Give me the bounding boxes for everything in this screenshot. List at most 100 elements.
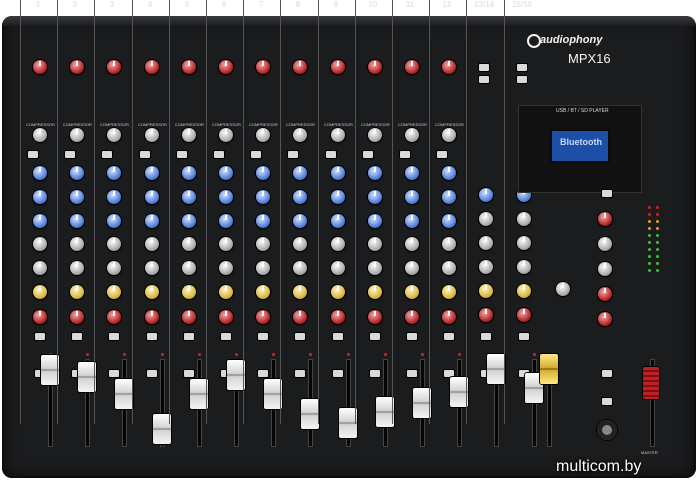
stereo-knob[interactable] <box>517 236 531 250</box>
hpf-button[interactable] <box>65 151 75 158</box>
eq-knob[interactable] <box>107 214 121 228</box>
aux-knob[interactable] <box>256 285 270 299</box>
aux-knob[interactable] <box>107 237 121 251</box>
aux-knob[interactable] <box>442 261 456 275</box>
pan-knob[interactable] <box>182 310 196 324</box>
compressor-knob[interactable] <box>219 128 233 142</box>
pan-knob[interactable] <box>219 310 233 324</box>
eq-knob[interactable] <box>331 214 345 228</box>
eq-knob[interactable] <box>70 166 84 180</box>
master-fader[interactable] <box>643 367 659 399</box>
eq-knob[interactable] <box>182 190 196 204</box>
eq-knob[interactable] <box>219 166 233 180</box>
gain-knob[interactable] <box>182 60 196 74</box>
eq-knob[interactable] <box>182 214 196 228</box>
compressor-knob[interactable] <box>256 128 270 142</box>
eq-knob[interactable] <box>368 166 382 180</box>
eq-knob[interactable] <box>256 190 270 204</box>
mute-button[interactable] <box>370 333 380 340</box>
gain-knob[interactable] <box>33 60 47 74</box>
hpf-button[interactable] <box>288 151 298 158</box>
hpf-button[interactable] <box>28 151 38 158</box>
eq-knob[interactable] <box>33 214 47 228</box>
mute-button[interactable] <box>295 333 305 340</box>
mute-button[interactable] <box>407 333 417 340</box>
eq-knob[interactable] <box>145 190 159 204</box>
solo-button[interactable] <box>333 370 343 377</box>
gain-knob[interactable] <box>256 60 270 74</box>
solo-button[interactable] <box>370 370 380 377</box>
aux-knob[interactable] <box>70 261 84 275</box>
input-select-button[interactable] <box>517 64 527 71</box>
hpf-button[interactable] <box>437 151 447 158</box>
eq-knob[interactable] <box>145 214 159 228</box>
mute-button[interactable] <box>72 333 82 340</box>
mute-button[interactable] <box>109 333 119 340</box>
compressor-knob[interactable] <box>33 128 47 142</box>
main-mix-button[interactable] <box>602 398 612 405</box>
master-knob[interactable] <box>598 287 612 301</box>
stereo-knob[interactable] <box>479 308 493 322</box>
eq-knob[interactable] <box>293 214 307 228</box>
eq-knob[interactable] <box>219 214 233 228</box>
eq-knob[interactable] <box>405 190 419 204</box>
pan-knob[interactable] <box>107 310 121 324</box>
record-button[interactable] <box>602 370 612 377</box>
gain-knob[interactable] <box>107 60 121 74</box>
headphone-jack[interactable] <box>597 420 617 440</box>
gain-knob[interactable] <box>368 60 382 74</box>
pan-knob[interactable] <box>256 310 270 324</box>
master-knob[interactable] <box>598 262 612 276</box>
aux-knob[interactable] <box>331 285 345 299</box>
channel-fader[interactable] <box>301 399 319 429</box>
eq-knob[interactable] <box>33 190 47 204</box>
compressor-knob[interactable] <box>331 128 345 142</box>
master-knob[interactable] <box>598 212 612 226</box>
hpf-button[interactable] <box>140 151 150 158</box>
compressor-knob[interactable] <box>107 128 121 142</box>
eq-knob[interactable] <box>293 190 307 204</box>
solo-button[interactable] <box>407 370 417 377</box>
eq-knob[interactable] <box>219 190 233 204</box>
eq-knob[interactable] <box>442 214 456 228</box>
eq-knob[interactable] <box>331 190 345 204</box>
aux-knob[interactable] <box>219 237 233 251</box>
aux-knob[interactable] <box>33 261 47 275</box>
mute-button[interactable] <box>444 333 454 340</box>
aux-knob[interactable] <box>33 285 47 299</box>
eq-knob[interactable] <box>256 166 270 180</box>
eq-knob[interactable] <box>442 166 456 180</box>
eq-knob[interactable] <box>145 166 159 180</box>
gain-knob[interactable] <box>219 60 233 74</box>
eq-knob[interactable] <box>256 214 270 228</box>
eq-knob[interactable] <box>70 214 84 228</box>
aux-knob[interactable] <box>145 285 159 299</box>
input-select-button[interactable] <box>517 76 527 83</box>
eq-knob[interactable] <box>368 190 382 204</box>
mute-button[interactable] <box>35 333 45 340</box>
effect-select-knob[interactable] <box>556 282 570 296</box>
aux-knob[interactable] <box>442 237 456 251</box>
hpf-button[interactable] <box>326 151 336 158</box>
aux-knob[interactable] <box>368 237 382 251</box>
solo-button[interactable] <box>184 370 194 377</box>
mute-button[interactable] <box>184 333 194 340</box>
aux-knob[interactable] <box>405 285 419 299</box>
stereo-knob[interactable] <box>479 212 493 226</box>
aux-knob[interactable] <box>182 261 196 275</box>
hpf-button[interactable] <box>214 151 224 158</box>
eq-knob[interactable] <box>368 214 382 228</box>
aux-knob[interactable] <box>331 261 345 275</box>
hpf-button[interactable] <box>400 151 410 158</box>
input-select-button[interactable] <box>479 76 489 83</box>
master-knob[interactable] <box>598 312 612 326</box>
eq-knob[interactable] <box>33 166 47 180</box>
compressor-knob[interactable] <box>70 128 84 142</box>
aux-knob[interactable] <box>33 237 47 251</box>
aux-knob[interactable] <box>368 261 382 275</box>
aux-knob[interactable] <box>70 285 84 299</box>
aux-knob[interactable] <box>256 261 270 275</box>
aux-knob[interactable] <box>145 237 159 251</box>
aux-knob[interactable] <box>256 237 270 251</box>
mute-button[interactable] <box>481 333 491 340</box>
